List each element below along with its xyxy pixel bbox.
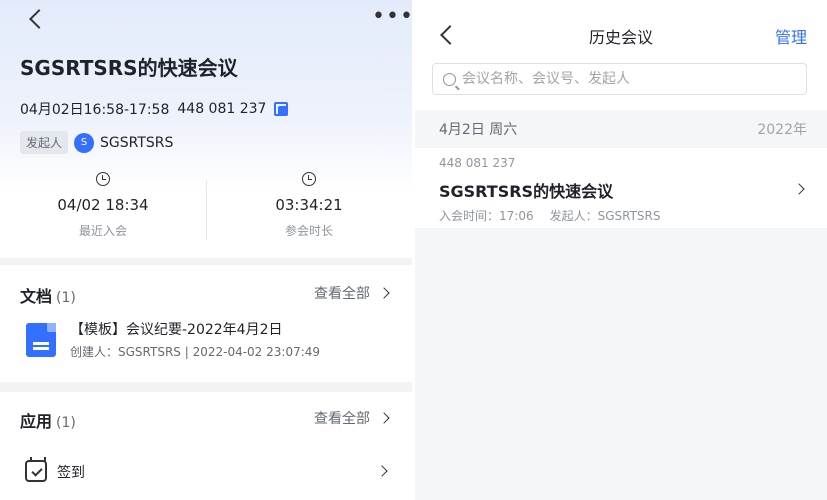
stat-value: 03:34:21 <box>275 196 343 214</box>
history-meeting-item[interactable]: 448 081 237 SGSRTSRS的快速会议 入会时间：17:06 发起人：… <box>415 148 827 228</box>
avatar: S <box>74 132 95 153</box>
chevron-right-icon <box>793 183 805 195</box>
document-meta: 创建人：SGSRTSRS | 2022-04-02 23:07:49 <box>70 345 321 359</box>
chevron-right-icon <box>378 287 390 299</box>
meeting-time-range: 04月02日16:58-17:58 <box>20 102 170 118</box>
checkin-icon <box>25 457 47 482</box>
host-name: SGSRTSRS <box>100 134 174 151</box>
copy-icon[interactable] <box>274 101 289 117</box>
search-icon <box>443 72 456 86</box>
documents-view-all-button[interactable]: 查看全部 <box>314 283 390 303</box>
meeting-title: SGSRTSRS的快速会议 <box>20 56 238 80</box>
documents-card: 文档 (1) 查看全部 【模板】会议纪要-2022年4月2日 创建人：SGSRTS… <box>0 265 412 382</box>
meeting-time-row: 04月02日16:58-17:58 448 081 237 <box>20 99 289 119</box>
date-group-header: 4月2日 周六 <box>439 122 518 138</box>
apps-section-title: 应用 (1) <box>20 412 76 431</box>
history-meeting-title: SGSRTSRS的快速会议 <box>439 182 614 201</box>
search-box[interactable] <box>432 63 807 95</box>
stat-label: 最近入会 <box>78 224 127 238</box>
more-options-icon[interactable]: ••• <box>372 6 412 28</box>
history-join-time: 入会时间：17:06 <box>439 209 534 223</box>
doc-icon <box>26 323 56 357</box>
meeting-detail-screen: ••• SGSRTSRS的快速会议 04月02日16:58-17:58 448 … <box>0 0 412 500</box>
stat-duration: 03:34:21 参会时长 <box>206 172 412 239</box>
documents-count: (1) <box>56 290 76 306</box>
app-item-checkin[interactable]: 签到 <box>0 450 412 494</box>
document-title: 【模板】会议纪要-2022年4月2日 <box>70 322 283 338</box>
history-meeting-meta: 入会时间：17:06 发起人：SGSRTSRS <box>439 207 661 224</box>
app-label: 签到 <box>57 465 85 481</box>
search-input[interactable] <box>462 71 782 87</box>
apps-count: (1) <box>56 415 76 431</box>
document-list-item[interactable]: 【模板】会议纪要-2022年4月2日 创建人：SGSRTSRS | 2022-0… <box>0 313 412 373</box>
host-tag: 发起人 <box>20 131 69 154</box>
meeting-history-screen: 历史会议 管理 4月2日 周六 2022年 448 081 237 SGSRTS… <box>415 0 827 500</box>
stat-value: 04/02 18:34 <box>57 196 149 214</box>
chevron-right-icon <box>376 465 388 477</box>
stat-label: 参会时长 <box>284 224 333 238</box>
history-meeting-id: 448 081 237 <box>439 156 516 170</box>
apps-view-all-button[interactable]: 查看全部 <box>314 408 390 428</box>
stat-last-join: 04/02 18:34 最近入会 <box>0 172 206 239</box>
chevron-right-icon <box>378 412 390 424</box>
apps-card: 应用 (1) 查看全部 签到 <box>0 392 412 500</box>
clock-icon <box>302 172 316 186</box>
meeting-id: 448 081 237 <box>177 101 267 117</box>
documents-section-title: 文档 (1) <box>20 287 76 306</box>
history-host: 发起人：SGSRTSRS <box>549 209 661 223</box>
manage-button[interactable]: 管理 <box>775 24 807 48</box>
page-title: 历史会议 <box>588 28 653 47</box>
history-icon <box>96 172 110 186</box>
date-group-year: 2022年 <box>757 122 807 138</box>
host-row: 发起人 S SGSRTSRS <box>20 131 173 154</box>
